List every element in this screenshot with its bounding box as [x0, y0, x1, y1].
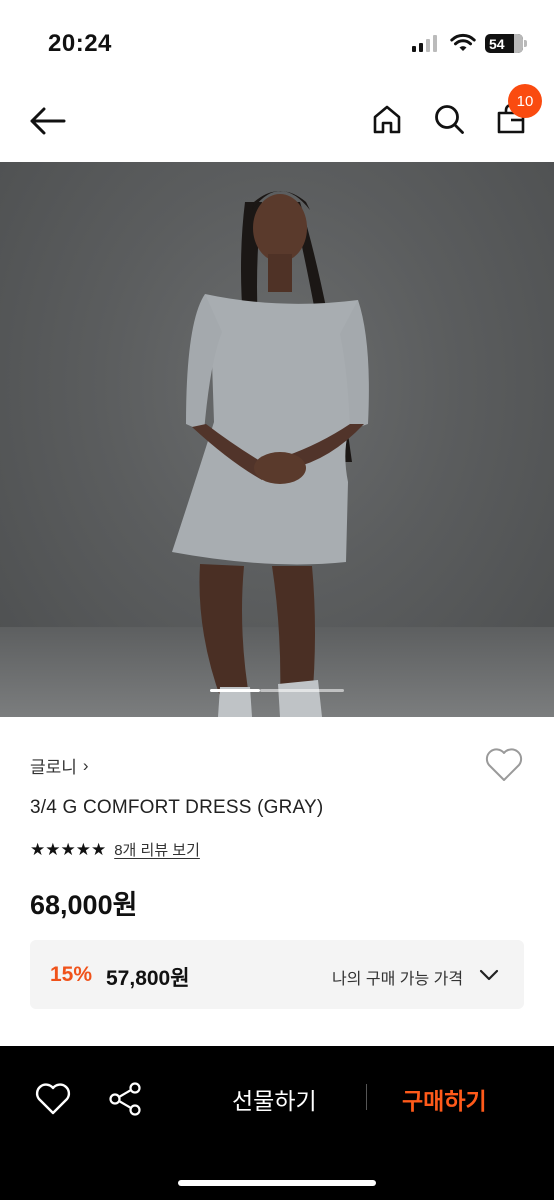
rating-row: ★★★★★ 8개 리뷰 보기 [30, 839, 200, 860]
share-icon[interactable] [106, 1080, 144, 1118]
product-name: 3/4 G COMFORT DRESS (GRAY) [30, 797, 324, 818]
wishlist-heart-icon[interactable] [484, 747, 524, 783]
carousel-indicator [210, 689, 344, 692]
gift-button[interactable]: 선물하기 [232, 1082, 317, 1116]
home-icon [373, 105, 401, 134]
discount-price: 57,800원 [106, 967, 190, 990]
bottom-action-bar: 선물하기 구매하기 [0, 1046, 554, 1200]
search-button[interactable] [428, 98, 470, 140]
product-image[interactable] [0, 162, 554, 717]
battery-icon: 54 [485, 34, 527, 53]
back-button[interactable] [26, 100, 68, 142]
top-navigation [0, 80, 554, 162]
my-price-label: 나의 구매 가능 가격 [332, 971, 464, 988]
product-price: 68,000원 [30, 890, 138, 920]
battery-level: 54 [489, 35, 505, 52]
discount-price-box[interactable]: 15% 57,800원 나의 구매 가능 가격 [30, 940, 524, 1009]
review-link[interactable]: 8개 리뷰 보기 [114, 839, 200, 860]
status-time: 20:24 [48, 30, 112, 57]
model-photo [172, 191, 369, 717]
back-arrow-icon [30, 107, 66, 135]
cart-count-badge: 10 [508, 84, 542, 118]
home-button[interactable] [366, 98, 408, 140]
buy-button[interactable]: 구매하기 [402, 1082, 487, 1116]
chevron-down-icon [479, 969, 499, 981]
star-rating-icon: ★★★★★ [30, 839, 107, 859]
chevron-right-icon: › [82, 755, 89, 775]
wifi-icon [450, 33, 476, 51]
cellular-signal-icon [412, 34, 437, 52]
home-indicator [178, 1180, 376, 1186]
divider [366, 1084, 367, 1110]
carousel-dot-active [210, 689, 260, 692]
brand-name: 글로니 [30, 758, 77, 777]
status-bar: 20:24 54 [0, 0, 554, 80]
search-icon [435, 105, 464, 134]
carousel-dot [260, 689, 344, 692]
discount-percent: 15% [50, 963, 93, 986]
like-heart-icon[interactable] [34, 1080, 72, 1118]
brand-link[interactable]: 글로니 › [30, 753, 89, 778]
